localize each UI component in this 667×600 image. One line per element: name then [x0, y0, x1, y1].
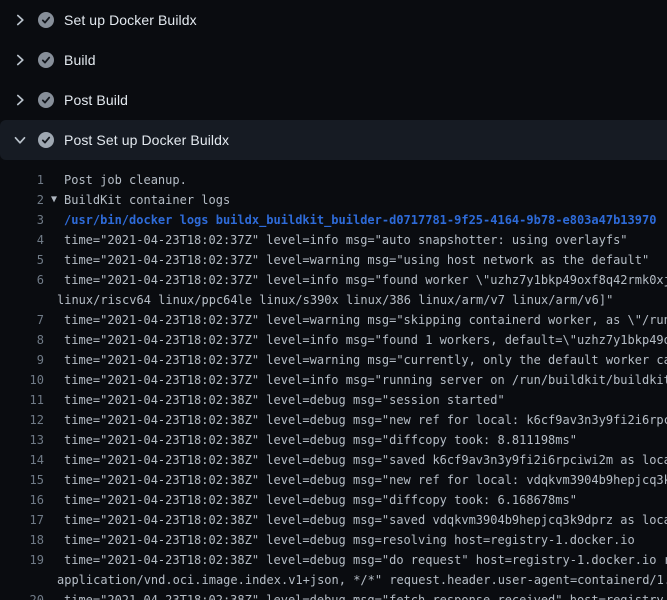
log-line-number[interactable]: 5 — [0, 250, 44, 270]
log-line-number[interactable]: 7 — [0, 310, 44, 330]
log-text: application/vnd.oci.image.index.v1+json,… — [57, 570, 667, 590]
log-line-number[interactable]: 6 — [0, 270, 44, 290]
log-text: time="2021-04-23T18:02:38Z" level=debug … — [64, 390, 505, 410]
steps-list: Set up Docker Buildx Build Post Build Post … — [0, 0, 667, 600]
log-line: 8 time="2021-04-23T18:02:37Z" level=info … — [0, 330, 667, 350]
log-line: 3/usr/bin/docker logs buildx_buildkit_bu… — [0, 210, 667, 230]
log-line-number[interactable]: 16 — [0, 490, 44, 510]
log-text: time="2021-04-23T18:02:38Z" level=debug … — [64, 530, 635, 550]
log-text: time="2021-04-23T18:02:38Z" level=debug … — [64, 450, 667, 470]
step-title: Set up Docker Buildx — [64, 12, 197, 28]
log-line: 15 time="2021-04-23T18:02:38Z" level=debu… — [0, 470, 667, 490]
log-line: 11 time="2021-04-23T18:02:38Z" level=debu… — [0, 390, 667, 410]
check-circle-icon — [38, 132, 54, 148]
log-line-number[interactable]: 20 — [0, 590, 44, 600]
log-line-wrap: application/vnd.oci.image.index.v1+json,… — [0, 570, 667, 590]
log-text: time="2021-04-23T18:02:37Z" level=warnin… — [64, 310, 667, 330]
log-text: time="2021-04-23T18:02:38Z" level=debug … — [64, 490, 577, 510]
log-line-number[interactable]: 10 — [0, 370, 44, 390]
log-text: time="2021-04-23T18:02:38Z" level=debug … — [64, 430, 577, 450]
log-text: time="2021-04-23T18:02:38Z" level=debug … — [64, 550, 667, 570]
log-text: Post job cleanup. — [64, 170, 187, 190]
log-command-text: /usr/bin/docker logs buildx_buildkit_bui… — [64, 210, 656, 230]
log-text: time="2021-04-23T18:02:38Z" level=debug … — [64, 590, 667, 600]
log-group-toggle[interactable]: ▼BuildKit container logs — [64, 190, 230, 210]
log-line-number[interactable]: 1 — [0, 170, 44, 190]
log-line-number[interactable]: 4 — [0, 230, 44, 250]
job-log-viewer: Set up Docker Buildx Build Post Build Post … — [0, 0, 667, 600]
log-line-number[interactable]: 15 — [0, 470, 44, 490]
log-line-number[interactable]: 19 — [0, 550, 44, 570]
log-line: 16 time="2021-04-23T18:02:38Z" level=debu… — [0, 490, 667, 510]
log-text: time="2021-04-23T18:02:37Z" level=warnin… — [64, 250, 649, 270]
step-title: Post Set up Docker Buildx — [64, 132, 229, 148]
log-text: time="2021-04-23T18:02:37Z" level=info m… — [64, 270, 667, 290]
log-line: 5 time="2021-04-23T18:02:37Z" level=warni… — [0, 250, 667, 270]
log-line: 9 time="2021-04-23T18:02:37Z" level=warni… — [0, 350, 667, 370]
chevron-right-icon — [12, 52, 28, 68]
check-circle-icon — [38, 12, 54, 28]
log-line: 6 time="2021-04-23T18:02:37Z" level=info … — [0, 270, 667, 290]
check-circle-icon — [38, 52, 54, 68]
log-line: 2 ▼BuildKit container logs — [0, 190, 667, 210]
log-line-number[interactable]: 11 — [0, 390, 44, 410]
log-text: linux/riscv64 linux/ppc64le linux/s390x … — [57, 290, 613, 310]
log-line-number[interactable]: 3 — [0, 210, 44, 230]
log-line: 19 time="2021-04-23T18:02:38Z" level=debu… — [0, 550, 667, 570]
log-text: time="2021-04-23T18:02:37Z" level=warnin… — [64, 350, 667, 370]
log-line: 7 time="2021-04-23T18:02:37Z" level=warni… — [0, 310, 667, 330]
step-header-post-set-up-docker-buildx[interactable]: Post Set up Docker Buildx — [0, 120, 667, 160]
log-line: 17 time="2021-04-23T18:02:38Z" level=debu… — [0, 510, 667, 530]
chevron-down-icon — [12, 132, 28, 148]
log-line-number[interactable]: 18 — [0, 530, 44, 550]
log-line-number[interactable]: 13 — [0, 430, 44, 450]
log-line: 13 time="2021-04-23T18:02:38Z" level=debu… — [0, 430, 667, 450]
log-line-wrap: linux/riscv64 linux/ppc64le linux/s390x … — [0, 290, 667, 310]
step-header-post-build[interactable]: Post Build — [0, 80, 667, 120]
log-line: 4 time="2021-04-23T18:02:37Z" level=info … — [0, 230, 667, 250]
log-line-number[interactable]: 14 — [0, 450, 44, 470]
chevron-right-icon — [12, 12, 28, 28]
log-text: time="2021-04-23T18:02:37Z" level=info m… — [64, 330, 667, 350]
log-line: 10 time="2021-04-23T18:02:37Z" level=info… — [0, 370, 667, 390]
step-title: Post Build — [64, 92, 128, 108]
chevron-right-icon — [12, 92, 28, 108]
log-line: 1 Post job cleanup. — [0, 170, 667, 190]
log-text: time="2021-04-23T18:02:38Z" level=debug … — [64, 470, 667, 490]
log-line: 12 time="2021-04-23T18:02:38Z" level=debu… — [0, 410, 667, 430]
log-text: time="2021-04-23T18:02:37Z" level=info m… — [64, 370, 667, 390]
log-line-number[interactable]: 9 — [0, 350, 44, 370]
triangle-down-icon: ▼ — [51, 190, 57, 210]
step-header-build[interactable]: Build — [0, 40, 667, 80]
log-line-number[interactable]: 2 — [0, 190, 44, 210]
log-text: time="2021-04-23T18:02:38Z" level=debug … — [64, 510, 667, 530]
log-line-number[interactable]: 8 — [0, 330, 44, 350]
step-header-set-up-docker-buildx[interactable]: Set up Docker Buildx — [0, 0, 667, 40]
log-line: 20 time="2021-04-23T18:02:38Z" level=debu… — [0, 590, 667, 600]
log-panel: 1 Post job cleanup. 2 ▼BuildKit container l… — [0, 160, 667, 600]
log-text: time="2021-04-23T18:02:38Z" level=debug … — [64, 410, 667, 430]
log-line: 18 time="2021-04-23T18:02:38Z" level=debu… — [0, 530, 667, 550]
log-line-number[interactable]: 12 — [0, 410, 44, 430]
step-title: Build — [64, 52, 96, 68]
log-line-number[interactable]: 17 — [0, 510, 44, 530]
log-line: 14 time="2021-04-23T18:02:38Z" level=debu… — [0, 450, 667, 470]
log-text: time="2021-04-23T18:02:37Z" level=info m… — [64, 230, 628, 250]
check-circle-icon — [38, 92, 54, 108]
